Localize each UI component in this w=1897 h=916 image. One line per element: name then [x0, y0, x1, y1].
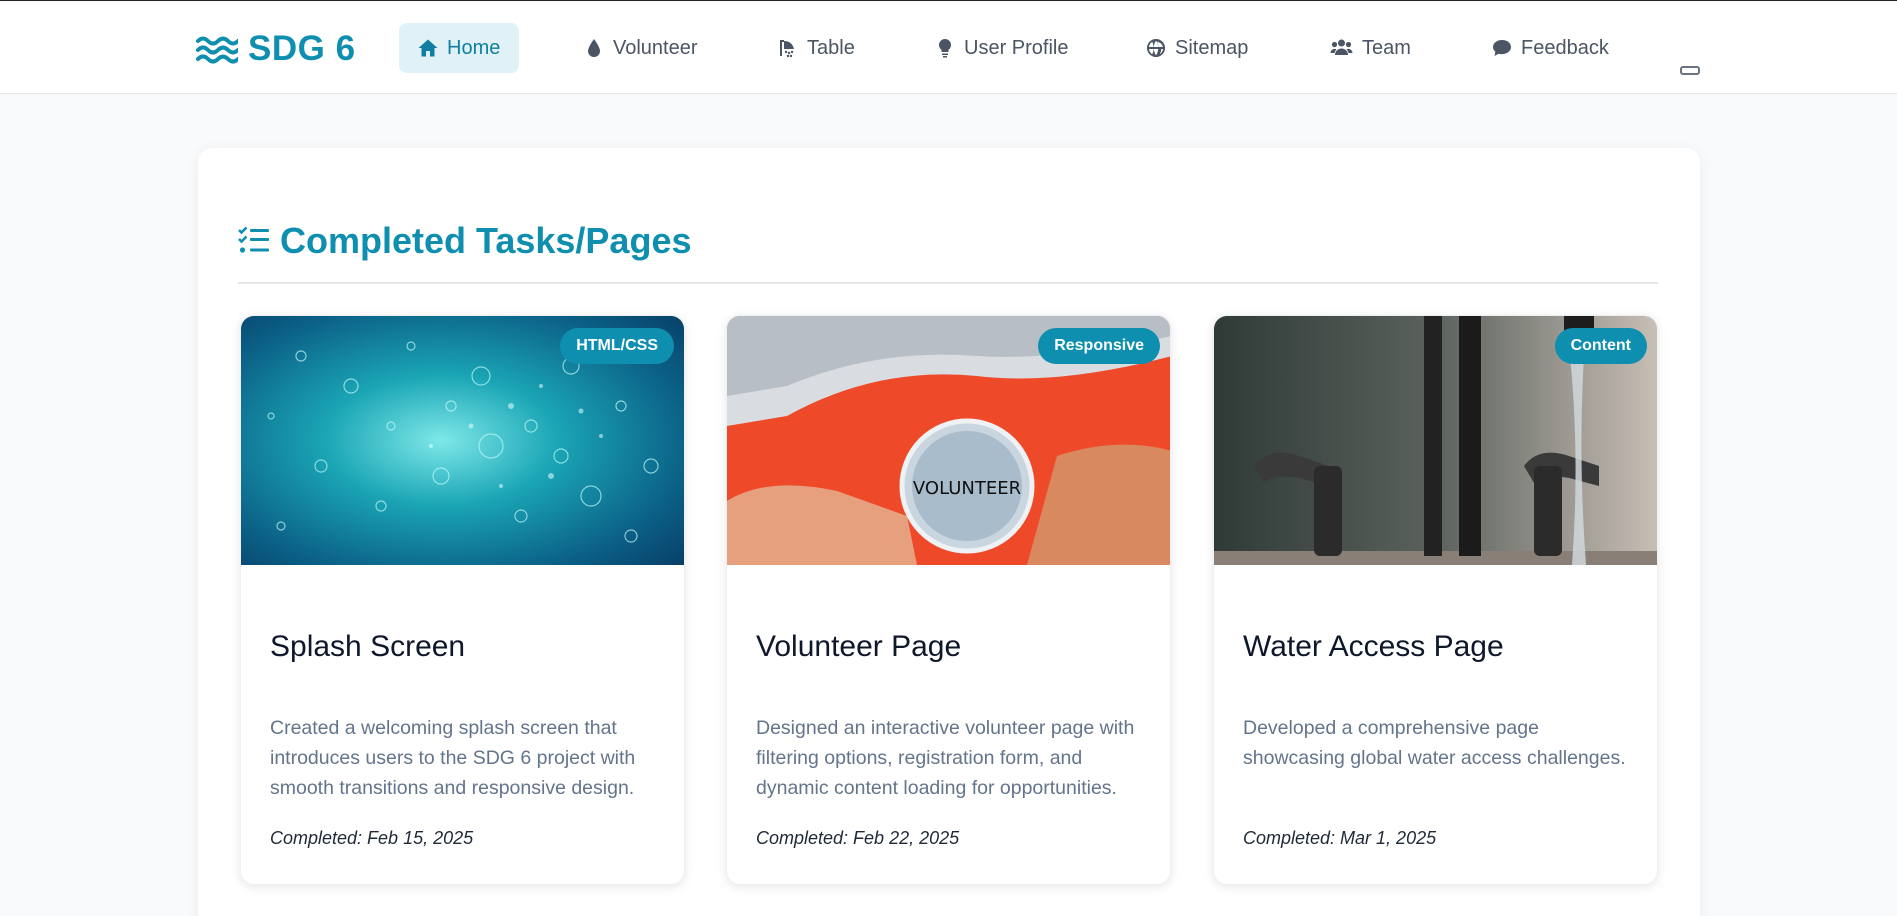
droplet-icon	[588, 39, 600, 57]
comment-icon	[1493, 40, 1511, 56]
nav-label-feedback: Feedback	[1521, 36, 1609, 59]
card-title: Splash Screen	[270, 630, 466, 663]
nav-item-team[interactable]: Team	[1311, 23, 1430, 73]
checklist-icon	[238, 226, 269, 253]
running-faucet-image: Content	[1214, 316, 1657, 565]
nav-item-sitemap[interactable]: Sitemap	[1127, 23, 1267, 73]
section-divider	[238, 282, 1658, 284]
brand-name: SDG 6	[248, 29, 356, 68]
task-card-water-access-page[interactable]: Content Water Access Page Developed a co…	[1213, 315, 1658, 885]
card-completed-date: Completed: Feb 15, 2025	[270, 828, 474, 848]
card-badge: Responsive	[1038, 328, 1160, 364]
section-title: Completed Tasks/Pages	[280, 220, 692, 261]
lightbulb-icon	[938, 38, 952, 58]
users-icon	[1330, 39, 1353, 55]
task-card-volunteer-page[interactable]: VOLUNTEER Responsive Volunteer Page Desi…	[726, 315, 1171, 885]
nav-label-sitemap: Sitemap	[1175, 36, 1249, 59]
nav-item-feedback[interactable]: Feedback	[1473, 23, 1628, 73]
card-badge: HTML/CSS	[560, 328, 674, 364]
water-waves-icon	[196, 36, 238, 64]
nav-label-team: Team	[1362, 36, 1411, 59]
card-title: Water Access Page	[1243, 630, 1504, 663]
home-icon	[418, 39, 438, 57]
card-completed-date: Completed: Feb 22, 2025	[756, 828, 960, 848]
card-description: Designed an interactive volunteer page w…	[756, 717, 1135, 799]
brand-logo[interactable]: SDG 6	[196, 27, 356, 71]
card-completed-date: Completed: Mar 1, 2025	[1243, 828, 1437, 848]
card-title: Volunteer Page	[756, 630, 962, 663]
nav-label-home: Home	[447, 36, 501, 59]
menu-toggle-icon[interactable]	[1680, 66, 1700, 75]
nav-item-volunteer[interactable]: Volunteer	[565, 23, 717, 73]
volunteer-badge-text: VOLUNTEER	[913, 478, 1021, 499]
nav-item-home[interactable]: Home	[399, 23, 520, 73]
card-badge: Content	[1554, 328, 1647, 364]
nav-item-table[interactable]: Table	[759, 23, 874, 73]
top-navbar: SDG 6 Home Volunteer Table User Profile …	[0, 0, 1897, 94]
task-card-splash-screen[interactable]: HTML/CSS Splash Screen Created a welcomi…	[240, 315, 685, 885]
underwater-bubbles-image: HTML/CSS	[241, 316, 684, 565]
card-description: Created a welcoming splash screen that i…	[270, 717, 636, 799]
completed-tasks-panel: Completed Tasks/Pages HTML/CSS Splash Sc…	[198, 148, 1700, 916]
globe-icon	[1147, 39, 1166, 57]
card-description: Developed a comprehensive page showcasin…	[1243, 717, 1626, 769]
volunteer-badge-image: VOLUNTEER Responsive	[727, 316, 1170, 565]
shower-icon	[780, 40, 794, 58]
nav-label-volunteer: Volunteer	[613, 36, 698, 59]
nav-label-user-profile: User Profile	[964, 36, 1069, 59]
nav-label-table: Table	[807, 36, 855, 59]
nav-item-user-profile[interactable]: User Profile	[916, 23, 1087, 73]
section-header: Completed Tasks/Pages	[238, 220, 692, 262]
